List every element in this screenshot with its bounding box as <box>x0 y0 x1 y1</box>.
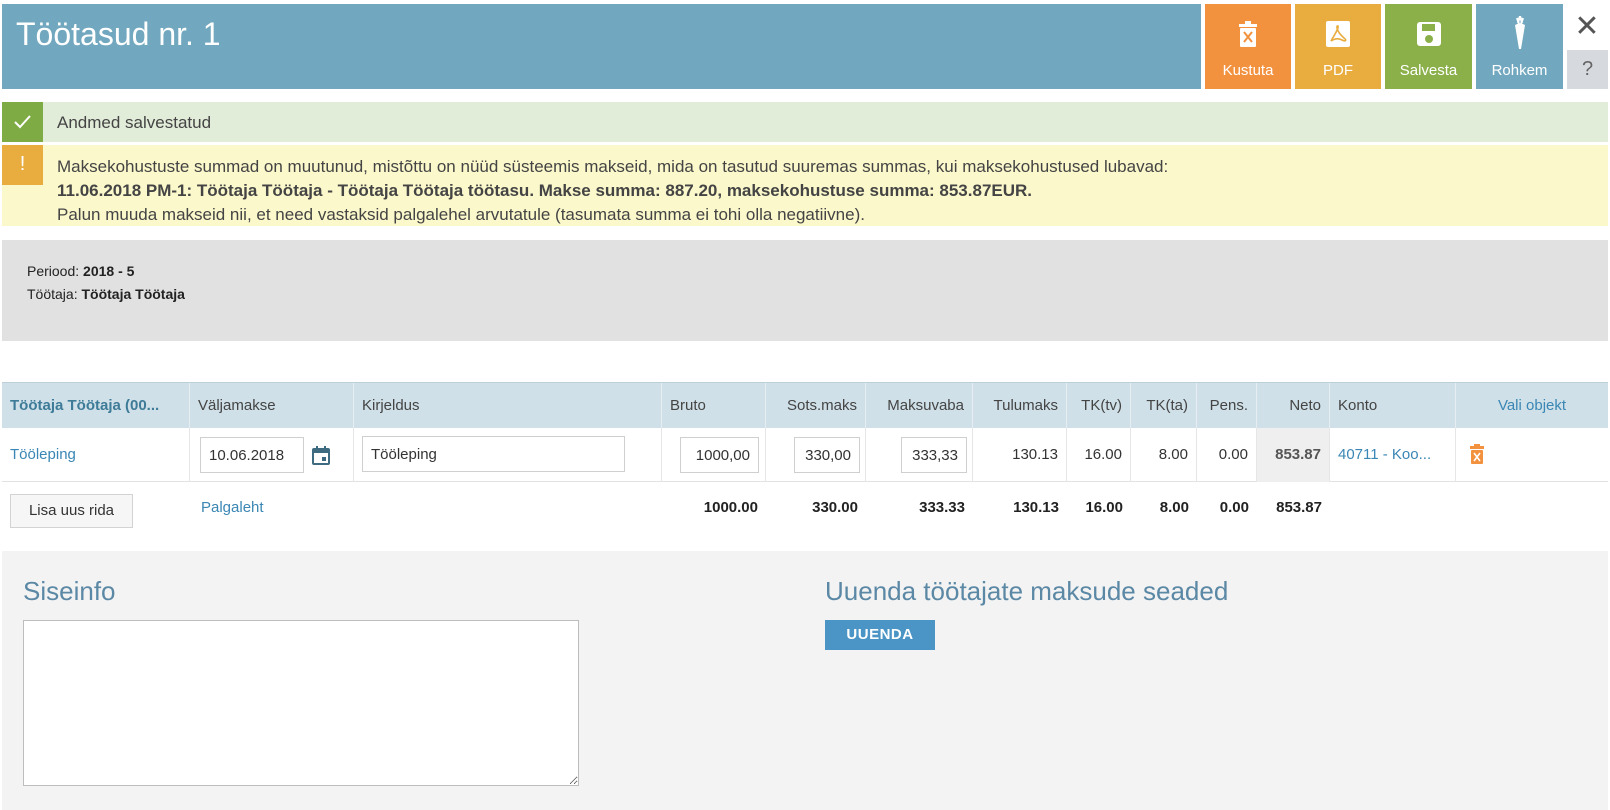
row-type-link[interactable]: Tööleping <box>2 428 190 482</box>
header-bar: Töötasud nr. 1 <box>2 4 1201 89</box>
update-button[interactable]: UUENDA <box>825 620 935 650</box>
col-income-tax: Tulumaks <box>973 383 1067 429</box>
table-header: Töötaja Töötaja (00... Väljamakse Kirjel… <box>2 382 1608 429</box>
calendar-icon[interactable] <box>312 446 330 465</box>
col-description: Kirjeldus <box>354 383 662 429</box>
payout-cell <box>190 428 354 482</box>
page-title: Töötasud nr. 1 <box>16 16 221 52</box>
total-pension: 0.00 <box>1219 499 1249 516</box>
check-icon <box>2 102 43 142</box>
tax-free-input[interactable] <box>901 437 967 473</box>
net-value: 853.87 <box>1257 428 1330 482</box>
col-pension: Pens. <box>1197 383 1257 429</box>
col-tax-free: Maksuvaba <box>866 383 973 429</box>
floppy-disk-icon <box>1416 22 1441 46</box>
payout-date-input[interactable] <box>200 437 304 473</box>
save-button[interactable]: Salvesta <box>1385 4 1472 89</box>
select-object-link[interactable]: Vali objekt <box>1456 383 1608 429</box>
description-input[interactable] <box>362 436 625 472</box>
gross-input[interactable] <box>680 437 759 473</box>
social-tax-input[interactable] <box>794 437 860 473</box>
add-row-button[interactable]: Lisa uus rida <box>10 494 133 528</box>
description-cell <box>354 428 662 482</box>
payslip-info-box: Periood: 2018 - 5 Töötaja: Töötaja Tööta… <box>2 240 1608 341</box>
total-gross: 1000.00 <box>703 499 758 516</box>
col-employee[interactable]: Töötaja Töötaja (00... <box>2 383 190 429</box>
employee-row: Töötaja: Töötaja Töötaja <box>27 286 185 302</box>
delete-button-label: Kustuta <box>1222 62 1274 79</box>
total-net: 853.87 <box>1276 499 1322 516</box>
update-taxes-title: Uuenda töötajate maksude seaded <box>825 576 1229 606</box>
total-tk-tv: 16.00 <box>1085 499 1123 516</box>
social-tax-cell <box>766 428 866 482</box>
more-button-label: Rohkem <box>1491 62 1548 79</box>
tk-tv-value: 16.00 <box>1067 428 1131 482</box>
total-tax-free: 333.33 <box>919 499 965 516</box>
warning-alert: ! Maksekohustuste summad on muutunud, mi… <box>2 145 1608 226</box>
period-row: Periood: 2018 - 5 <box>27 263 134 279</box>
employee-label: Töötaja: <box>27 286 78 302</box>
col-tk-ta: TK(ta) <box>1131 383 1197 429</box>
close-icon[interactable]: ✕ <box>1567 8 1607 46</box>
warning-line-3: Palun muuda makseid nii, et need vastaks… <box>57 205 865 224</box>
col-gross: Bruto <box>662 383 766 429</box>
col-account: Konto <box>1330 383 1456 429</box>
more-button[interactable]: Rohkem <box>1476 4 1563 89</box>
pension-value: 0.00 <box>1197 428 1257 482</box>
table-row: Tööleping 130.13 16.00 8.00 0.00 853 <box>2 428 1608 482</box>
total-social-tax: 330.00 <box>812 499 858 516</box>
success-alert-text: Andmed salvestatud <box>57 113 212 132</box>
pdf-button[interactable]: PDF <box>1295 4 1381 89</box>
bottom-panel: Siseinfo Uuenda töötajate maksude seaded… <box>2 551 1608 810</box>
col-social-tax: Sots.maks <box>766 383 866 429</box>
internal-info-title: Siseinfo <box>23 576 116 606</box>
internal-info-textarea[interactable] <box>23 620 579 786</box>
total-income-tax: 130.13 <box>1013 499 1059 516</box>
col-tk-tv: TK(tv) <box>1067 383 1131 429</box>
row-actions <box>1456 428 1608 482</box>
warning-line-1: Maksekohustuste summad on muutunud, mist… <box>57 157 1169 176</box>
pdf-button-label: PDF <box>1323 62 1353 79</box>
period-value: 2018 - 5 <box>83 263 135 279</box>
warning-icon: ! <box>2 145 43 185</box>
col-payout: Väljamakse <box>190 383 354 429</box>
col-net: Neto <box>1257 383 1330 429</box>
payslip-link[interactable]: Palgaleht <box>201 482 264 534</box>
delete-row-icon[interactable] <box>1469 444 1485 465</box>
income-tax-value: 130.13 <box>973 428 1067 482</box>
save-button-label: Salvesta <box>1399 62 1458 79</box>
total-tk-ta: 8.00 <box>1159 499 1189 516</box>
tk-ta-value: 8.00 <box>1131 428 1197 482</box>
trash-icon <box>1239 21 1257 47</box>
help-button[interactable]: ? <box>1567 50 1608 89</box>
employee-value: Töötaja Töötaja <box>81 286 185 302</box>
warning-line-2: 11.06.2018 PM-1: Töötaja Töötaja - Tööta… <box>57 181 1033 200</box>
account-link[interactable]: 40711 - Koo... <box>1330 428 1456 482</box>
table-totals: Lisa uus rida Palgaleht 1000.00 330.00 3… <box>2 482 1608 534</box>
period-label: Periood: <box>27 263 80 279</box>
tax-free-cell <box>866 428 973 482</box>
delete-button[interactable]: Kustuta <box>1205 4 1291 89</box>
carrot-icon <box>1514 16 1525 49</box>
gross-cell <box>662 428 766 482</box>
pdf-icon <box>1326 21 1350 47</box>
success-alert: Andmed salvestatud <box>2 102 1608 142</box>
